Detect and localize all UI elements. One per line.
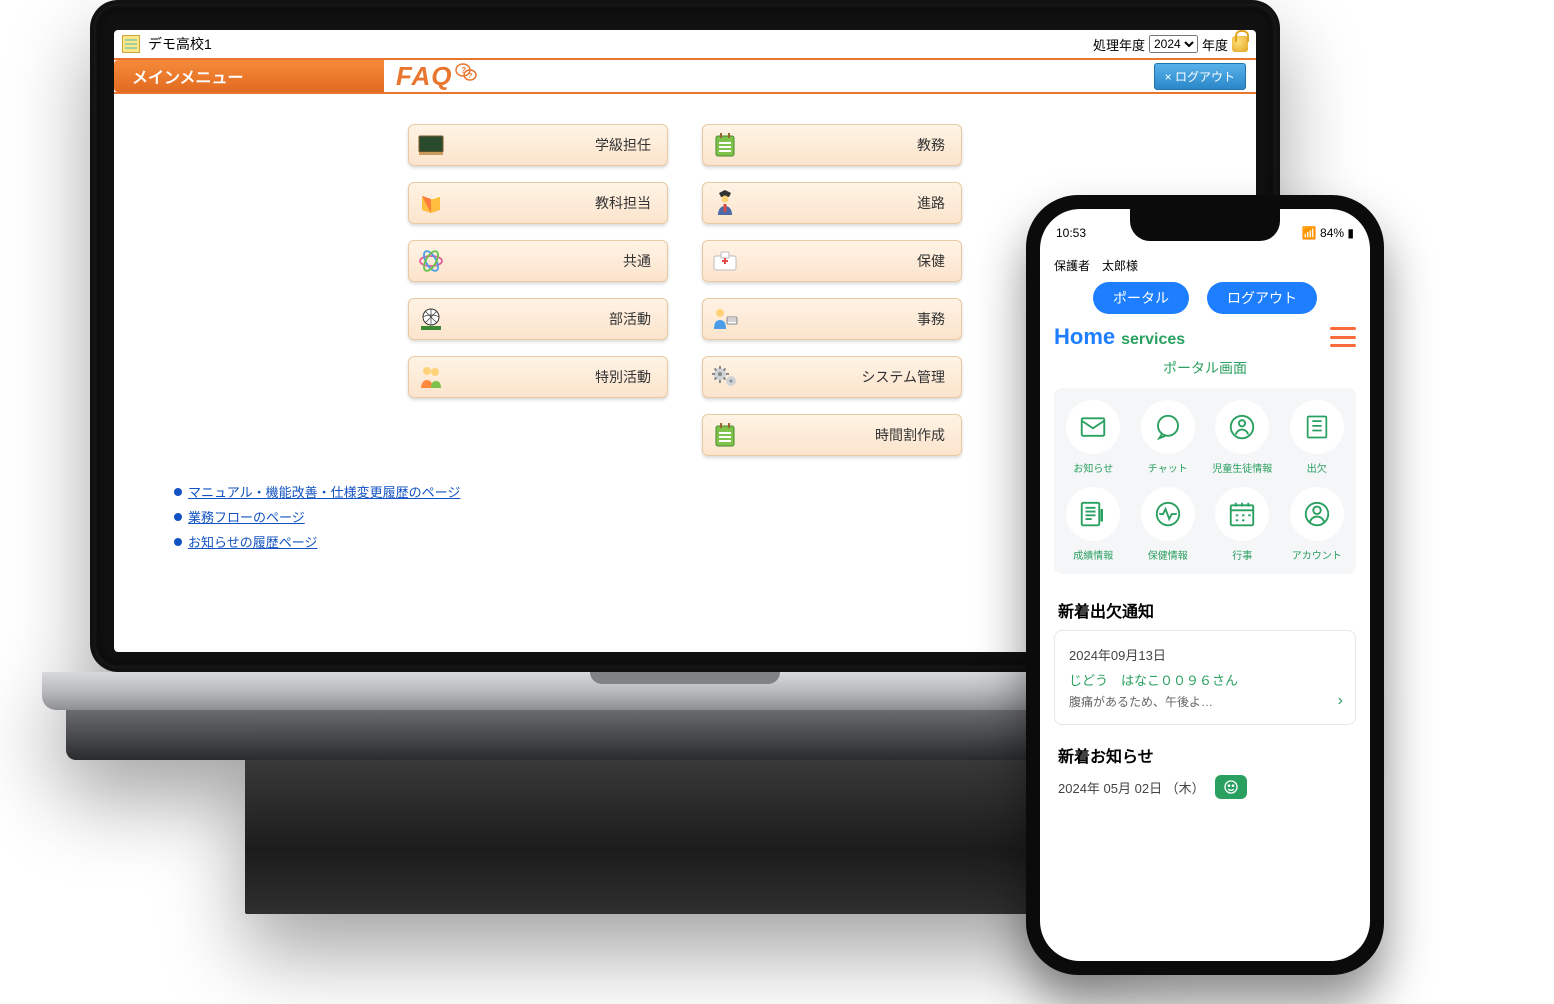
- mobile-app: 10:53 📶 84% ▮ 保護者 太郎様 ポータル ログアウト Home se…: [1026, 195, 1384, 975]
- logout-button-mobile[interactable]: ログアウト: [1207, 282, 1317, 314]
- menu-事務[interactable]: 事務: [702, 298, 962, 340]
- menu-label: 時間割作成: [875, 425, 945, 445]
- portal-icon-glyph: [1290, 400, 1344, 454]
- portal-icon-お知らせ[interactable]: お知らせ: [1066, 400, 1120, 475]
- portal-icon-保健情報[interactable]: 保健情報: [1141, 487, 1195, 562]
- menu-label: 学級担任: [595, 135, 651, 155]
- portal-icon-label: 出欠: [1307, 460, 1327, 475]
- menu-label: 特別活動: [595, 367, 651, 387]
- portal-icon-glyph: [1141, 487, 1195, 541]
- menu-icon: [711, 247, 739, 275]
- menu-label: 事務: [917, 309, 945, 329]
- menu-label: 教科担当: [595, 193, 651, 213]
- portal-icon-label: 成績情報: [1073, 547, 1113, 562]
- menu-共通[interactable]: 共通: [408, 240, 668, 282]
- portal-icon-チャット[interactable]: チャット: [1141, 400, 1195, 475]
- menu-label: 共通: [623, 251, 651, 271]
- menu-icon: [711, 363, 739, 391]
- menu-教科担当[interactable]: 教科担当: [408, 182, 668, 224]
- attendance-date: 2024年09月13日: [1069, 645, 1341, 664]
- portal-icon-行事[interactable]: 行事: [1215, 487, 1269, 562]
- attendance-card[interactable]: 2024年09月13日 じどう はなこ００９６さん 腹痛があるため、午後よ… ›: [1054, 630, 1356, 725]
- menu-システム管理[interactable]: システム管理: [702, 356, 962, 398]
- menu-icon: [711, 305, 739, 333]
- svg-text:?: ?: [468, 73, 473, 80]
- chevron-right-icon: ›: [1338, 692, 1343, 710]
- portal-icon-glyph: [1290, 487, 1344, 541]
- school-name: デモ高校1: [148, 34, 212, 54]
- portal-icon-glyph: [1215, 487, 1269, 541]
- portal-icon-label: 行事: [1232, 547, 1252, 562]
- menu-icon: [417, 305, 445, 333]
- menu-label: 進路: [917, 193, 945, 213]
- year-suffix: 年度: [1202, 35, 1228, 54]
- status-time: 10:53: [1056, 226, 1086, 240]
- menu-label: システム管理: [861, 367, 945, 387]
- portal-icon-label: 児童生徒情報: [1212, 460, 1272, 475]
- status-battery: 📶 84% ▮: [1302, 226, 1354, 240]
- portal-icon-glyph: [1066, 400, 1120, 454]
- faq-link[interactable]: FAQ ??: [396, 61, 478, 92]
- portal-icon-アカウント[interactable]: アカウント: [1290, 487, 1344, 562]
- lock-icon[interactable]: [1232, 36, 1248, 52]
- portal-icon-label: お知らせ: [1073, 460, 1113, 475]
- menu-進路[interactable]: 進路: [702, 182, 962, 224]
- menu-保健[interactable]: 保健: [702, 240, 962, 282]
- attendance-message: 腹痛があるため、午後よ…: [1069, 693, 1292, 710]
- attendance-student: じどう はなこ００９６さん: [1069, 670, 1341, 689]
- logout-button[interactable]: × ログアウト: [1154, 63, 1246, 90]
- portal-icon-成績情報[interactable]: 成績情報: [1066, 487, 1120, 562]
- menu-icon: [417, 189, 445, 217]
- hamburger-menu-icon[interactable]: [1330, 327, 1356, 347]
- menu-学級担任[interactable]: 学級担任: [408, 124, 668, 166]
- menu-特別活動[interactable]: 特別活動: [408, 356, 668, 398]
- school-icon: [122, 35, 140, 53]
- menu-icon: [711, 131, 739, 159]
- news-date: 2024年 05月 02日 （木）: [1058, 778, 1205, 797]
- menu-label: 部活動: [609, 309, 651, 329]
- faq-bubble-icon: ??: [454, 61, 478, 85]
- news-badge-icon: [1215, 775, 1247, 799]
- menu-教務[interactable]: 教務: [702, 124, 962, 166]
- portal-heading: ポータル画面: [1054, 358, 1356, 378]
- portal-button[interactable]: ポータル: [1093, 282, 1189, 314]
- section-news-title: 新着お知らせ: [1058, 743, 1352, 767]
- menu-icon: [417, 363, 445, 391]
- portal-icon-児童生徒情報[interactable]: 児童生徒情報: [1212, 400, 1272, 475]
- portal-icon-glyph: [1066, 487, 1120, 541]
- year-select[interactable]: 2024: [1149, 35, 1198, 53]
- year-prefix: 処理年度: [1093, 35, 1145, 54]
- menu-icon: [711, 421, 739, 449]
- portal-icon-label: 保健情報: [1148, 547, 1188, 562]
- menu-label: 保健: [917, 251, 945, 271]
- menu-icon: [711, 189, 739, 217]
- page-title: メインメニュー: [114, 60, 384, 92]
- section-attendance-title: 新着出欠通知: [1058, 598, 1352, 622]
- menu-部活動[interactable]: 部活動: [408, 298, 668, 340]
- portal-icon-glyph: [1215, 400, 1269, 454]
- portal-icon-label: アカウント: [1292, 547, 1342, 562]
- portal-icon-glyph: [1141, 400, 1195, 454]
- welcome-text: 保護者 太郎様: [1054, 257, 1356, 274]
- menu-時間割作成[interactable]: 時間割作成: [702, 414, 962, 456]
- portal-icon-label: チャット: [1148, 460, 1188, 475]
- menu-icon: [417, 247, 445, 275]
- svg-text:?: ?: [461, 66, 467, 75]
- menu-icon: [417, 131, 445, 159]
- menu-label: 教務: [917, 135, 945, 155]
- brand-logo: Home services: [1054, 324, 1185, 350]
- portal-icon-出欠[interactable]: 出欠: [1290, 400, 1344, 475]
